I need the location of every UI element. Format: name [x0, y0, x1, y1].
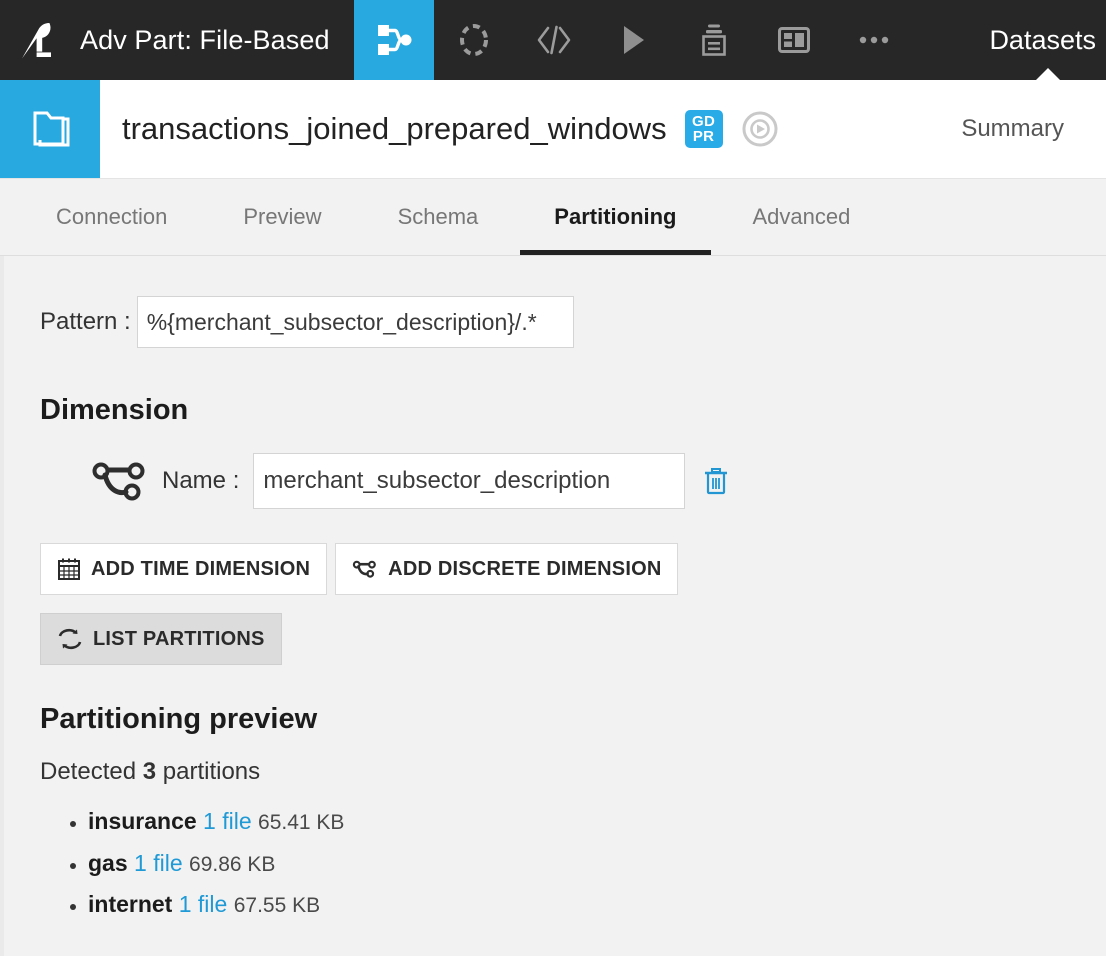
- stack-printer-icon: [699, 23, 729, 57]
- dataset-folder-icon-cell[interactable]: [0, 80, 100, 178]
- top-navigation-bar: Adv Part: File-Based Datasets: [0, 0, 1106, 81]
- discrete-dimension-graph-icon: [92, 458, 148, 504]
- tab-schema[interactable]: Schema: [360, 179, 517, 255]
- partitioning-preview-heading: Partitioning preview: [40, 703, 318, 735]
- dimension-name-label: Name :: [162, 467, 240, 494]
- dataset-header: transactions_joined_prepared_windows GD …: [0, 80, 1106, 179]
- pattern-input[interactable]: [136, 296, 574, 348]
- nav-icon-group: [353, 0, 914, 80]
- dimension-row: Name :: [40, 453, 1106, 509]
- add-time-dimension-label: ADD TIME DIMENSION: [91, 557, 311, 580]
- dataset-tabs: Connection Preview Schema Partitioning A…: [0, 179, 1106, 256]
- lab-dashed-circle-icon: [458, 23, 490, 57]
- code-brackets-icon: [535, 25, 573, 55]
- dataset-title-area: transactions_joined_prepared_windows GD …: [100, 80, 1106, 178]
- tab-connection[interactable]: Connection: [18, 179, 205, 255]
- partition-file-link[interactable]: 1 file: [203, 808, 252, 834]
- partition-file-link[interactable]: 1 file: [179, 891, 228, 917]
- app-root: Adv Part: File-Based Datasets transactio…: [0, 0, 1106, 956]
- list-item: internet 1 file 67.55 KB: [88, 891, 1106, 919]
- nav-code-icon-button[interactable]: [514, 0, 594, 80]
- partition-name: insurance: [88, 808, 197, 834]
- pattern-row: Pattern :: [40, 296, 1106, 348]
- partition-size: 65.41 KB: [258, 811, 345, 834]
- nav-jobs-icon-button[interactable]: [594, 0, 674, 80]
- nav-flow-icon-button[interactable]: [353, 0, 434, 80]
- gdpr-line-2: PR: [692, 128, 715, 145]
- list-partitions-label: LIST PARTITIONS: [93, 627, 265, 650]
- add-discrete-dimension-button[interactable]: ADD DISCRETE DIMENSION: [335, 543, 679, 595]
- datasets-label: Datasets: [989, 24, 1096, 55]
- caret-up-icon: [1034, 68, 1061, 81]
- list-partitions-button[interactable]: LIST PARTITIONS: [40, 613, 282, 665]
- nav-dashboard-icon-button[interactable]: [754, 0, 834, 80]
- list-item: insurance 1 file 65.41 KB: [88, 808, 1106, 836]
- detected-prefix: Detected: [40, 758, 137, 785]
- list-partitions-row: LIST PARTITIONS: [40, 613, 1106, 665]
- nav-automation-icon-button[interactable]: [674, 0, 754, 80]
- flow-icon: [376, 23, 412, 57]
- dimension-heading: Dimension: [40, 394, 189, 426]
- ellipsis-more-icon: [859, 35, 889, 45]
- datasets-menu-button[interactable]: Datasets: [989, 0, 1106, 81]
- gdpr-line-1: GD: [692, 113, 716, 130]
- add-dimension-button-row: ADD TIME DIMENSION ADD DISCRETE DIMENSIO…: [40, 543, 1106, 595]
- project-title[interactable]: Adv Part: File-Based: [80, 0, 354, 80]
- dataset-folder-icon: [22, 104, 78, 154]
- trash-icon: [703, 466, 729, 496]
- nav-more-icon-button[interactable]: [834, 0, 914, 80]
- partition-file-link[interactable]: 1 file: [134, 850, 183, 876]
- list-item: gas 1 file 69.86 KB: [88, 850, 1106, 878]
- partitioning-content: Pattern : Dimension Name :: [0, 256, 1106, 956]
- detected-count: 3: [142, 758, 157, 785]
- partition-name: gas: [88, 849, 128, 876]
- detected-suffix: partitions: [162, 758, 261, 785]
- partition-name: internet: [88, 891, 173, 918]
- pattern-label: Pattern :: [40, 308, 131, 335]
- dataset-title: transactions_joined_prepared_windows: [122, 111, 667, 146]
- tab-partitioning[interactable]: Partitioning: [516, 179, 714, 255]
- nav-lab-icon-button[interactable]: [434, 0, 514, 80]
- dataiku-bird-logo[interactable]: [0, 0, 80, 80]
- partition-list: insurance 1 file 65.41 KB gas 1 file 69.…: [40, 808, 1106, 919]
- gdpr-badge[interactable]: GD PR: [684, 110, 723, 148]
- add-discrete-dimension-label: ADD DISCRETE DIMENSION: [388, 557, 662, 580]
- partition-size: 69.86 KB: [189, 852, 276, 876]
- tab-preview[interactable]: Preview: [205, 179, 359, 255]
- refresh-sync-icon: [57, 628, 83, 650]
- summary-link[interactable]: Summary: [961, 115, 1106, 143]
- add-time-dimension-button[interactable]: ADD TIME DIMENSION: [40, 543, 328, 595]
- discrete-dimension-graph-icon: [352, 559, 378, 579]
- detected-partitions-text: Detected 3 partitions: [40, 758, 1106, 786]
- dashboard-icon: [777, 27, 810, 53]
- calendar-icon: [57, 557, 81, 581]
- delete-dimension-button[interactable]: [699, 466, 733, 496]
- dimension-name-input[interactable]: [253, 453, 686, 509]
- play-triangle-icon: [621, 24, 647, 56]
- tab-advanced[interactable]: Advanced: [715, 179, 889, 255]
- partition-size: 67.55 KB: [233, 894, 321, 918]
- content-left-edge-strip: [0, 256, 4, 956]
- navigator-compass-icon[interactable]: [741, 110, 779, 148]
